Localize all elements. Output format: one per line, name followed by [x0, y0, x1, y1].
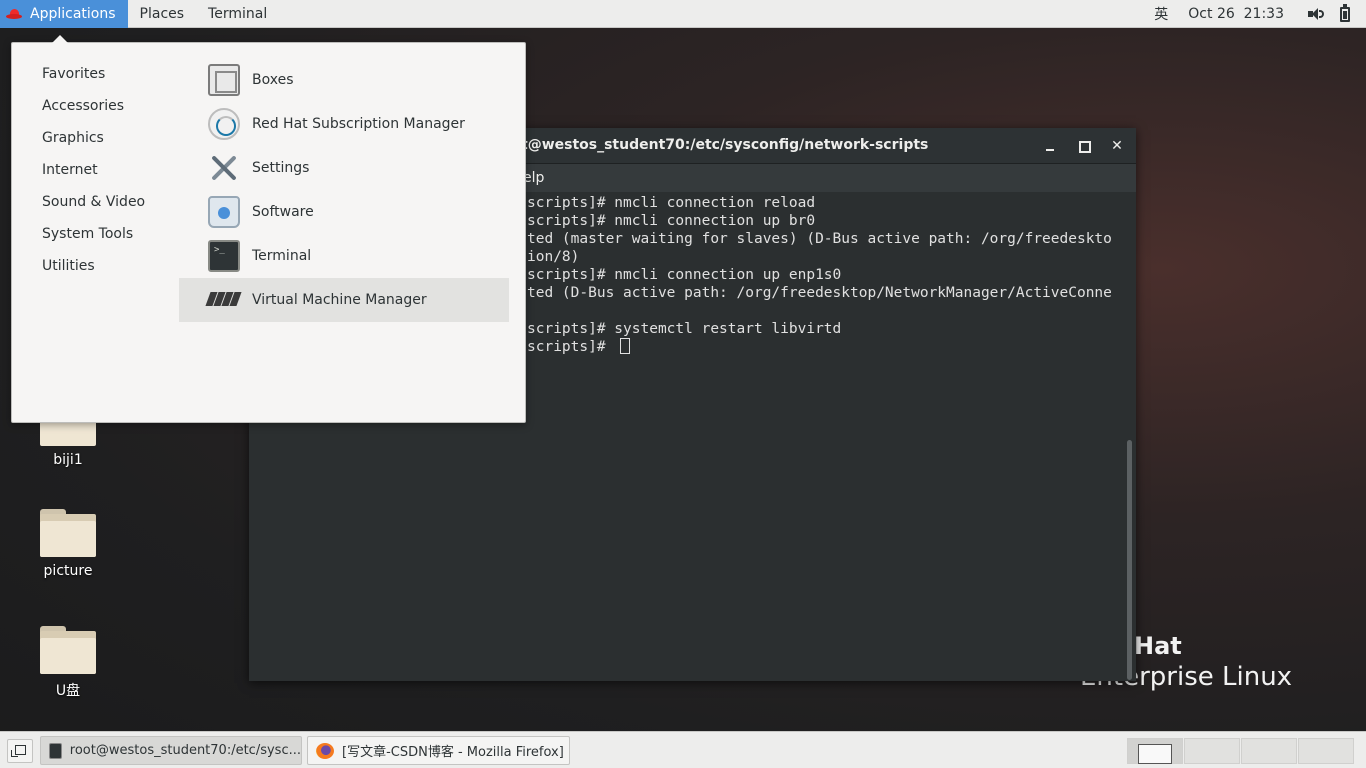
- clock[interactable]: Oct 26 21:33: [1178, 6, 1302, 22]
- places-menu[interactable]: Places: [128, 0, 197, 28]
- applications-menu[interactable]: Applications: [0, 0, 128, 28]
- category-utilities[interactable]: Utilities: [42, 258, 95, 274]
- category-sound-video[interactable]: Sound & Video: [42, 194, 145, 210]
- menu-arrow: [52, 35, 68, 43]
- category-graphics[interactable]: Graphics: [42, 130, 104, 146]
- workspace-4[interactable]: [1298, 738, 1354, 764]
- desktop-folder-picture[interactable]: picture: [28, 509, 108, 579]
- terminal-icon: [49, 742, 62, 759]
- app-settings[interactable]: Settings: [179, 146, 509, 190]
- app-label: Settings: [252, 160, 310, 176]
- folder-icon: [40, 509, 96, 557]
- minimize-button[interactable]: [1040, 136, 1060, 156]
- virtual-machine-manager-icon: [205, 292, 242, 308]
- desktop-icon-label: picture: [43, 563, 93, 579]
- app-terminal[interactable]: Terminal: [179, 234, 509, 278]
- taskbar-item-label: root@westos_student70:/etc/sysc...: [69, 743, 301, 758]
- desktop-folder-upan[interactable]: U盘: [28, 626, 108, 700]
- firefox-icon: [316, 742, 334, 759]
- redhat-icon: [6, 8, 22, 19]
- terminal-app-menu[interactable]: Terminal: [196, 0, 279, 28]
- terminal-scrollbar[interactable]: [1124, 192, 1136, 681]
- app-software[interactable]: Software: [179, 190, 509, 234]
- applications-label: Applications: [30, 5, 116, 22]
- app-label: Terminal: [252, 248, 312, 264]
- software-bag-icon: [208, 196, 240, 228]
- app-label: Virtual Machine Manager: [252, 292, 427, 308]
- desktop-icon-label: biji1: [53, 452, 83, 468]
- app-virtual-machine-manager[interactable]: Virtual Machine Manager: [179, 278, 509, 322]
- terminal-prompt: scripts]#: [527, 339, 615, 355]
- folder-icon: [40, 626, 96, 674]
- category-system-tools[interactable]: System Tools: [42, 226, 133, 242]
- close-button[interactable]: ✕: [1107, 136, 1127, 156]
- battery-icon[interactable]: [1340, 3, 1350, 22]
- terminal-title: t@westos_student70:/etc/sysconfig/networ…: [521, 137, 929, 153]
- workspace-1[interactable]: [1127, 738, 1183, 764]
- scrollbar-thumb[interactable]: [1127, 440, 1132, 680]
- subscription-manager-icon: [208, 108, 240, 140]
- terminal-cursor: [620, 338, 631, 354]
- app-boxes[interactable]: Boxes: [179, 58, 509, 102]
- settings-tools-icon: [208, 152, 240, 184]
- input-method-indicator[interactable]: 英: [1144, 4, 1178, 24]
- category-favorites[interactable]: Favorites: [42, 66, 105, 82]
- applications-menu-popup: Favorites Accessories Graphics Internet …: [11, 35, 526, 423]
- show-desktop-icon[interactable]: [7, 739, 33, 763]
- app-label: Red Hat Subscription Manager: [252, 116, 465, 132]
- taskbar-item-firefox[interactable]: [写文章-CSDN博客 - Mozilla Firefox]: [307, 736, 570, 765]
- terminal-icon: [208, 240, 240, 272]
- top-bar: Applications Places Terminal 英 Oct 26 21…: [0, 0, 1366, 28]
- speaker-icon[interactable]: [1308, 7, 1324, 21]
- boxes-icon: [208, 64, 240, 96]
- desktop-icon-label: U盘: [55, 683, 81, 699]
- category-internet[interactable]: Internet: [42, 162, 98, 178]
- bottom-taskbar: root@westos_student70:/etc/sysc... [写文章-…: [0, 731, 1366, 768]
- watermark-line1: Hat: [1134, 632, 1182, 660]
- category-accessories[interactable]: Accessories: [42, 98, 124, 114]
- app-label: Software: [252, 204, 314, 220]
- taskbar-item-label: [写文章-CSDN博客 - Mozilla Firefox]: [342, 745, 564, 760]
- workspace-3[interactable]: [1241, 738, 1297, 764]
- app-label: Boxes: [252, 72, 294, 88]
- taskbar-item-terminal[interactable]: root@westos_student70:/etc/sysc...: [40, 736, 302, 765]
- app-red-hat-subscription-manager[interactable]: Red Hat Subscription Manager: [179, 102, 509, 146]
- help-menu[interactable]: elp: [523, 170, 544, 186]
- workspace-2[interactable]: [1184, 738, 1240, 764]
- maximize-button[interactable]: [1074, 136, 1094, 156]
